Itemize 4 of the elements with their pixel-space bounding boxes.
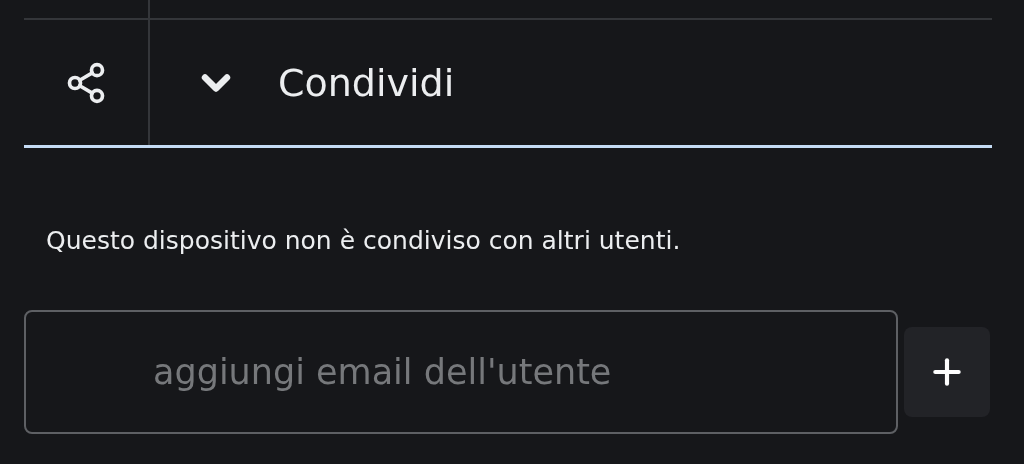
add-button[interactable] <box>904 327 990 417</box>
email-input-field[interactable]: aggiungi email dell'utente <box>24 310 898 434</box>
sharing-message: Questo dispositivo non è condiviso con altri utenti. <box>45 225 682 257</box>
section-title: Condividi <box>278 60 455 105</box>
